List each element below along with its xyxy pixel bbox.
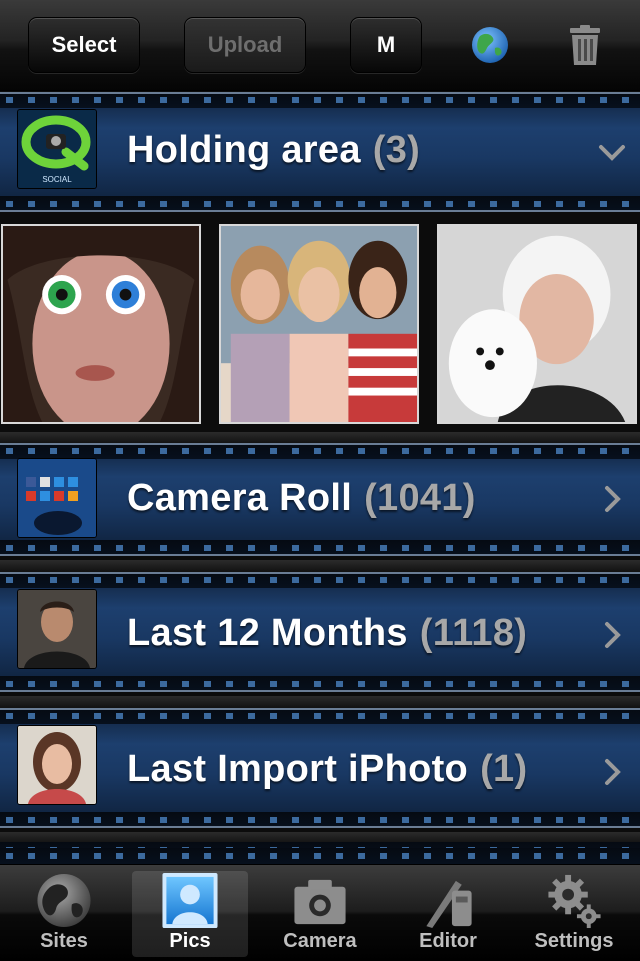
- album-title: Last Import iPhoto (1): [127, 748, 527, 791]
- tab-label: Camera: [283, 930, 357, 952]
- tab-sites[interactable]: Sites: [6, 871, 122, 957]
- tab-settings[interactable]: Settings: [516, 871, 632, 957]
- album-row-holding-area[interactable]: SOCIAL Holding area (3): [0, 92, 640, 212]
- camera-icon: [294, 879, 346, 925]
- tab-label: Settings: [534, 930, 614, 952]
- tab-pics[interactable]: Pics: [132, 871, 248, 957]
- album-name: Last Import iPhoto: [127, 748, 469, 790]
- album-thumbnail: [18, 459, 96, 537]
- album-thumbnail: [18, 590, 96, 668]
- film-strip-edge: [0, 842, 640, 864]
- chevron-right-icon[interactable]: [598, 485, 626, 513]
- album-count: (3): [372, 129, 421, 171]
- logo-text: SOCIAL: [42, 175, 72, 184]
- chevron-down-icon[interactable]: [598, 138, 626, 166]
- tab-label: Pics: [169, 930, 211, 952]
- upload-button[interactable]: Upload: [184, 17, 306, 73]
- album-title: Last 12 Months (1118): [127, 612, 527, 655]
- photo-image: [3, 226, 199, 422]
- album-name: Camera Roll: [127, 477, 353, 519]
- album-title: Holding area (3): [127, 129, 420, 172]
- trash-icon[interactable]: [568, 24, 602, 66]
- photo-woman-with-poodle[interactable]: [437, 224, 637, 424]
- tab-label: Editor: [419, 930, 477, 952]
- chevron-right-icon[interactable]: [598, 758, 626, 786]
- globe-icon[interactable]: [471, 26, 509, 64]
- top-toolbar: Select Upload M: [0, 0, 640, 91]
- m-button[interactable]: M: [350, 17, 422, 73]
- photo-image: [439, 226, 635, 422]
- album-title: Camera Roll (1041): [127, 477, 476, 520]
- tab-bar: Sites Pics Camera Editor Settings: [0, 864, 640, 961]
- album-count: (1): [480, 748, 528, 790]
- tab-label: Sites: [40, 930, 88, 952]
- tab-editor[interactable]: Editor: [390, 871, 506, 957]
- qsocial-logo-icon: SOCIAL: [18, 110, 96, 188]
- album-count: (1118): [419, 612, 528, 654]
- photo-woman-colored-eyes[interactable]: [1, 224, 201, 424]
- album-thumbnail: [18, 726, 96, 804]
- album-row-last-12-months[interactable]: Last 12 Months (1118): [0, 572, 640, 692]
- select-button[interactable]: Select: [28, 17, 140, 73]
- photo-image: [221, 226, 417, 422]
- photo-three-women[interactable]: [219, 224, 419, 424]
- gear-icon: [548, 874, 601, 929]
- girl-portrait-icon: [18, 726, 96, 804]
- album-row-camera-roll[interactable]: Camera Roll (1041): [0, 443, 640, 556]
- man-portrait-icon: [18, 590, 96, 668]
- album-count: (1041): [364, 477, 476, 519]
- album-name: Holding area: [127, 129, 361, 171]
- editor-icon: [426, 880, 472, 929]
- person-icon: [162, 872, 218, 929]
- album-thumbnail: SOCIAL: [18, 110, 96, 188]
- chevron-right-icon[interactable]: [598, 621, 626, 649]
- globe-icon: [37, 873, 91, 928]
- album-name: Last 12 Months: [127, 612, 408, 654]
- album-row-last-import-iphoto[interactable]: Last Import iPhoto (1): [0, 708, 640, 828]
- tab-camera[interactable]: Camera: [262, 871, 378, 957]
- app-screenshot-icon: [18, 459, 96, 537]
